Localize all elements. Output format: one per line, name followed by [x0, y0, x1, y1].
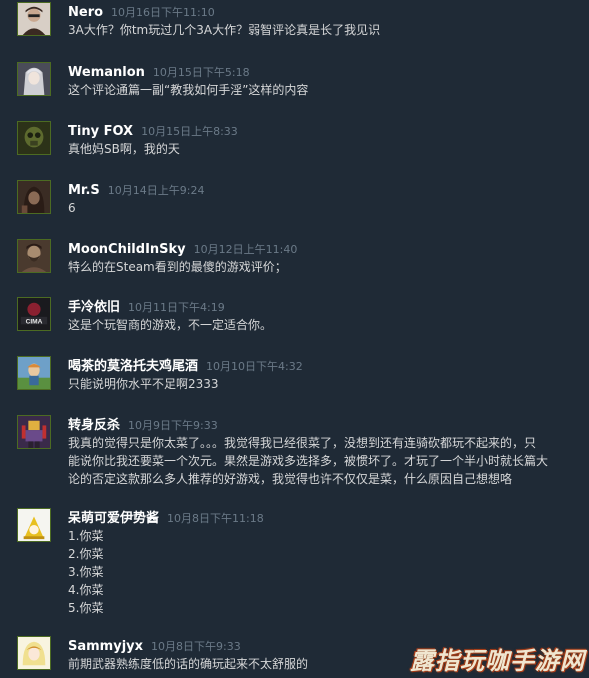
- comment-body: 真他妈SB啊，我的天: [68, 140, 588, 158]
- author-name[interactable]: Wemanlon: [68, 65, 145, 80]
- comment-section: Nero 10月16日下午11:10 3A大作？你tm玩过几个3A大作？弱智评论真…: [0, 0, 589, 678]
- comment-text: 特么的在Steam看到的最傻的游戏评价；: [68, 260, 287, 274]
- comment-body: 我真的觉得只是你太菜了。。。我觉得我已经很菜了，没想到还有连骑砍都玩不起来的，只…: [68, 434, 588, 488]
- comment-time: 10月10日下午4:32: [206, 360, 303, 373]
- comment-time: 10月15日下午5:18: [152, 66, 250, 79]
- comment-text: 这是个玩智商的游戏，不一定适合你。: [68, 318, 273, 332]
- comment-text: 6: [68, 201, 76, 215]
- comment-time: 10月12日上午11:40: [193, 243, 298, 256]
- comment-meta: Mr.S 10月14日上午9:24: [68, 180, 205, 198]
- cinema-logo-avatar-icon[interactable]: CIMA: [17, 297, 51, 331]
- bearded-man-avatar-icon[interactable]: [17, 239, 51, 273]
- cartoon-character-avatar-icon[interactable]: [17, 356, 51, 390]
- comment-body: 6: [68, 199, 588, 217]
- comment-time: 10月9日下午9:33: [128, 419, 218, 432]
- comment-meta: 手冷依旧 10月11日下午4:19: [68, 297, 225, 315]
- comment-time: 10月8日下午9:33: [151, 640, 241, 653]
- comment-body: 这个评论通篇一副“教我如何手淫”这样的内容: [68, 81, 588, 99]
- author-name[interactable]: Nero: [68, 5, 103, 20]
- blonde-anime-avatar-icon[interactable]: [17, 636, 51, 670]
- comment-time: 10月15日上午8:33: [141, 125, 238, 138]
- comment-text-line: 5.你菜: [68, 601, 104, 615]
- comment-text: 只能说明你水平不足啊2333: [68, 377, 219, 391]
- comment-meta: 喝茶的莫洛托夫鸡尾酒 10月10日下午4:32: [68, 356, 303, 374]
- comment-meta: Nero 10月16日下午11:10: [68, 2, 215, 20]
- author-name[interactable]: Tiny FOX: [68, 124, 133, 139]
- comment-time: 10月16日下午11:10: [111, 6, 215, 19]
- site-watermark: 露指玩咖手游网: [410, 647, 585, 675]
- comment-meta: 呆萌可爱伊势酱 10月8日下午11:18: [68, 508, 264, 526]
- comment-body: 1.你菜 2.你菜 3.你菜 4.你菜 5.你菜: [68, 527, 588, 617]
- man-portrait-avatar-icon[interactable]: [17, 2, 51, 36]
- author-name[interactable]: Mr.S: [68, 183, 100, 198]
- comment-meta: 转身反杀 10月9日下午9:33: [68, 415, 218, 433]
- author-name[interactable]: 喝茶的莫洛托夫鸡尾酒: [68, 359, 198, 374]
- comment-text: 3A大作？你tm玩过几个3A大作？弱智评论真是长了我见识: [68, 23, 381, 37]
- comment-body: 特么的在Steam看到的最傻的游戏评价；: [68, 258, 588, 276]
- comment-text-line: 能说你比我还要菜一个次元。果然是游戏多选择多，被惯坏了。才玩了一个半小时就长篇大: [68, 454, 549, 468]
- anime-girl-yellow-avatar-icon[interactable]: [17, 508, 51, 542]
- comment-body: 只能说明你水平不足啊2333: [68, 375, 588, 393]
- comment-text-line: 2.你菜: [68, 547, 104, 561]
- comment-text-line: 4.你菜: [68, 583, 104, 597]
- svg-text:CIMA: CIMA: [26, 318, 43, 325]
- comment-time: 10月11日下午4:19: [128, 301, 225, 314]
- author-name[interactable]: 转身反杀: [68, 418, 120, 433]
- author-name[interactable]: 呆萌可爱伊势酱: [68, 511, 159, 526]
- pixel-warrior-avatar-icon[interactable]: [17, 415, 51, 449]
- comment-text-line: 3.你菜: [68, 565, 104, 579]
- comment-text: 真他妈SB啊，我的天: [68, 142, 180, 156]
- comment-text: 这个评论通篇一副“教我如何手淫”这样的内容: [68, 83, 309, 97]
- hooded-figure-avatar-icon[interactable]: [17, 180, 51, 214]
- comment-meta: Wemanlon 10月15日下午5:18: [68, 62, 250, 80]
- comment-text-line: 我真的觉得只是你太菜了。。。我觉得我已经很菜了，没想到还有连骑砍都玩不起来的，只: [68, 436, 537, 450]
- soldier-mask-avatar-icon[interactable]: [17, 121, 51, 155]
- silver-hair-anime-avatar-icon[interactable]: [17, 62, 51, 96]
- comment-body: 这是个玩智商的游戏，不一定适合你。: [68, 316, 588, 334]
- comment-text-line: 论的否定这款那么多人推荐的好游戏，我觉得也许不仅仅是菜，什么原因自己想想咯: [68, 472, 513, 486]
- author-name[interactable]: 手冷依旧: [68, 300, 120, 315]
- comment-time: 10月8日下午11:18: [167, 512, 264, 525]
- comment-body: 3A大作？你tm玩过几个3A大作？弱智评论真是长了我见识: [68, 21, 588, 39]
- author-name[interactable]: MoonChildInSky: [68, 242, 186, 257]
- comment-text-line: 1.你菜: [68, 529, 104, 543]
- author-name[interactable]: Sammyjyx: [68, 639, 143, 654]
- comment-meta: Sammyjyx 10月8日下午9:33: [68, 636, 241, 654]
- comment-meta: Tiny FOX 10月15日上午8:33: [68, 121, 238, 139]
- comment-meta: MoonChildInSky 10月12日上午11:40: [68, 239, 297, 257]
- comment-time: 10月14日上午9:24: [107, 184, 205, 197]
